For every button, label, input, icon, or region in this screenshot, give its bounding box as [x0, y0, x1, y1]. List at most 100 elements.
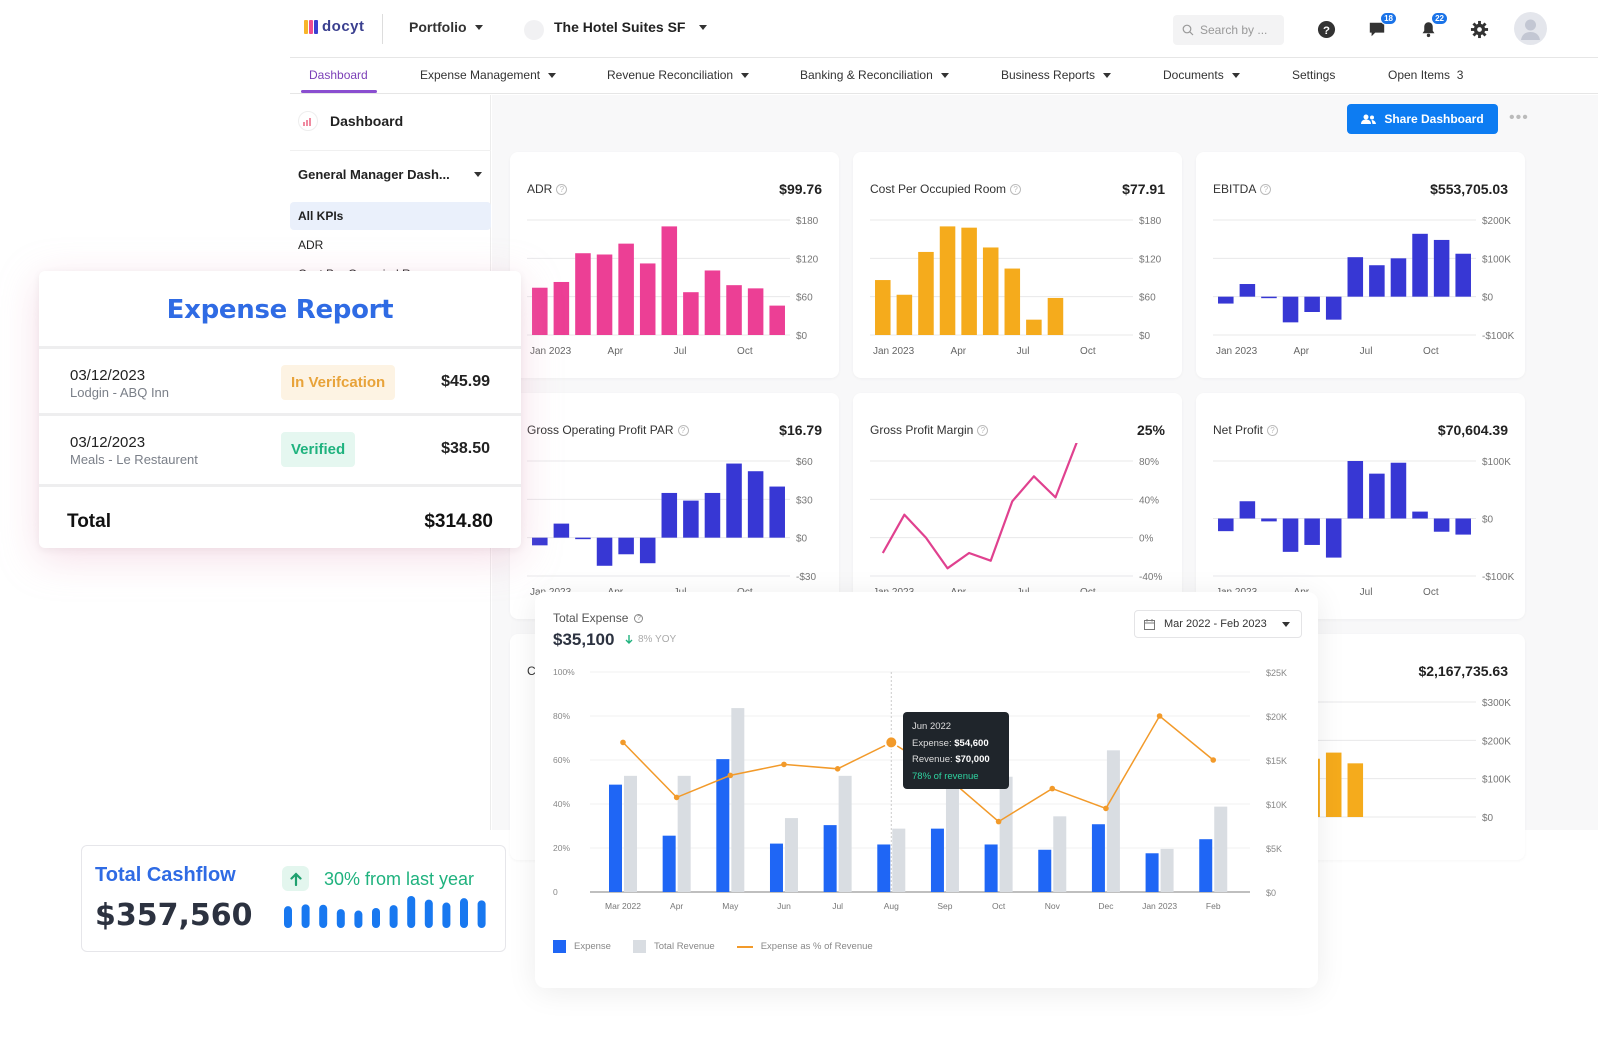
docyt-logo[interactable]: docyt — [304, 18, 365, 35]
x-tick-label: Jul — [832, 901, 843, 911]
sparkline-bar — [372, 908, 380, 928]
y-tick-label: $0 — [1139, 331, 1151, 342]
tooltip-revenue-value: $70,000 — [955, 754, 990, 765]
x-tick-label: Jan 2023 — [1142, 901, 1177, 911]
cashflow-sparkline — [284, 896, 486, 928]
total-expense-title: Total Expense — [553, 611, 629, 625]
business-dropdown[interactable]: The Hotel Suites SF — [554, 19, 708, 35]
legend-item-expense[interactable]: Expense — [553, 940, 611, 953]
bar — [683, 500, 699, 538]
sidebar-header: Dashboard — [298, 111, 403, 131]
dashboard-select[interactable]: General Manager Dash... — [298, 167, 482, 182]
kpi-card-adr[interactable]: ADR? $99.76 $180 $120 $60 $0 Jan 2023 Apr Jul O… — [510, 152, 839, 378]
chart-legend: Expense Total Revenue Expense as % of Re… — [553, 940, 873, 953]
y-tick-label: -$100K — [1482, 572, 1515, 583]
kpi-card-gross-profit-margin[interactable]: Gross Profit Margin? 25% 80%40%0%-40%Jan… — [853, 393, 1182, 619]
y-tick-label: $0 — [1482, 293, 1494, 304]
sidebar-item-all-kpis[interactable]: All KPIs — [290, 202, 491, 230]
x-tick-label: Jul — [1017, 346, 1030, 357]
legend-item-expense-pct[interactable]: Expense as % of Revenue — [736, 940, 873, 953]
nav-banking-reconciliation[interactable]: Banking & Reconciliation — [800, 68, 949, 82]
bar — [747, 471, 764, 538]
left-axis-tick: 60% — [553, 755, 570, 765]
sparkline-bar — [389, 905, 398, 928]
kpi-title: Cost Per Occupied Room — [870, 182, 1007, 196]
right-axis-tick: $25K — [1266, 668, 1287, 678]
nav-label: Business Reports — [1001, 68, 1096, 82]
expense-bar — [984, 844, 998, 892]
y-tick-label: $0 — [796, 534, 808, 545]
nav-documents[interactable]: Documents — [1163, 68, 1240, 82]
user-avatar[interactable] — [1514, 12, 1547, 45]
more-options-button[interactable]: ••• — [1509, 109, 1529, 127]
bar — [1369, 473, 1385, 519]
x-tick-label: Feb — [1206, 901, 1221, 911]
expense-row[interactable]: 03/12/2023 Meals - Le Restaurent Verifie… — [39, 416, 521, 482]
date-range-picker[interactable]: Mar 2022 - Feb 2023 — [1134, 610, 1302, 638]
nav-dashboard[interactable]: Dashboard — [309, 68, 368, 82]
expense-bar — [1038, 849, 1052, 892]
bar — [1282, 296, 1299, 323]
nav-business-reports[interactable]: Business Reports — [1001, 68, 1112, 82]
expense-bar — [1091, 824, 1105, 892]
expense-bar — [1145, 853, 1159, 892]
help-circle-icon[interactable]: ? — [556, 183, 568, 195]
chevron-down-icon — [1103, 72, 1112, 78]
help-circle-icon[interactable]: ? — [1010, 183, 1022, 195]
sidebar-title: Dashboard — [330, 113, 404, 129]
settings-button[interactable] — [1467, 17, 1491, 41]
nav-revenue-reconciliation[interactable]: Revenue Reconciliation — [607, 68, 750, 82]
kpi-card-cost-per-occupied-room[interactable]: Cost Per Occupied Room? $77.91 $180 $120 $… — [853, 152, 1182, 378]
status-badge: Verified — [281, 432, 356, 467]
share-dashboard-button[interactable]: Share Dashboard — [1347, 104, 1498, 134]
kpi-value: $16.79 — [779, 422, 822, 438]
bar — [1304, 518, 1320, 545]
expense-date: 03/12/2023 — [70, 367, 146, 384]
help-circle-icon[interactable]: ? — [1260, 183, 1272, 195]
help-button[interactable]: ? — [1314, 17, 1338, 41]
bar — [1347, 763, 1364, 817]
messages-button[interactable]: 18 — [1365, 12, 1397, 41]
y-tick-label: $180 — [796, 216, 819, 227]
y-tick-label: -$30 — [796, 572, 816, 583]
x-tick-label: Oct — [1423, 346, 1439, 357]
kpi-card-ebitda[interactable]: EBITDA? $553,705.03 $200K $100K $0 -$100K Ja… — [1196, 152, 1525, 378]
help-circle-icon[interactable]: ? — [977, 424, 989, 436]
nav-expense-management[interactable]: Expense Management — [420, 68, 557, 82]
bar — [1325, 752, 1342, 817]
nav-label: Settings — [1292, 68, 1336, 82]
expense-report-title: Expense Report — [166, 295, 394, 325]
search-box[interactable] — [1173, 15, 1284, 45]
chevron-down-icon — [474, 172, 482, 177]
expense-bar — [769, 843, 783, 892]
bar — [553, 281, 570, 335]
chevron-down-icon — [1281, 621, 1290, 627]
help-circle-icon[interactable]: ? — [1267, 424, 1279, 436]
x-tick-label: Apr — [1294, 346, 1310, 357]
help-circle-icon[interactable]: ? — [634, 613, 644, 623]
nav-settings[interactable]: Settings — [1292, 68, 1335, 82]
share-dashboard-label: Share Dashboard — [1384, 112, 1484, 126]
expense-amount: $45.99 — [441, 373, 490, 390]
bar — [896, 294, 913, 335]
kpi-card-net-profit[interactable]: Net Profit? $70,604.39 $100K$0-$100KJan … — [1196, 393, 1525, 619]
legend-item-total-revenue[interactable]: Total Revenue — [632, 940, 715, 953]
expense-date: 03/12/2023 — [70, 434, 146, 451]
y-tick-label: $100K — [1482, 457, 1511, 468]
nav-label: Banking & Reconciliation — [800, 68, 933, 82]
kpi-card-gop-par[interactable]: Gross Operating Profit PAR? $16.79 $60 $3… — [510, 393, 839, 619]
nav-open-items[interactable]: Open Items 3 — [1388, 68, 1463, 82]
portfolio-dropdown[interactable]: Portfolio — [409, 19, 483, 35]
help-circle-icon[interactable]: ? — [677, 424, 689, 436]
legend-swatch — [736, 945, 753, 948]
dashboard-icon — [298, 111, 318, 131]
notifications-button[interactable]: 22 — [1416, 12, 1448, 41]
sidebar-item-adr[interactable]: ADR — [290, 231, 491, 259]
kpi-title-wrap: EBITDA? — [1213, 182, 1272, 196]
expense-row[interactable]: 03/12/2023 Lodgin - ABQ Inn In Verifcati… — [39, 349, 521, 415]
bar — [1261, 296, 1277, 299]
line-point — [1049, 785, 1056, 792]
expense-bar — [823, 825, 837, 892]
kpi-title: Net Profit — [1213, 423, 1264, 437]
search-input[interactable] — [1200, 23, 1280, 37]
